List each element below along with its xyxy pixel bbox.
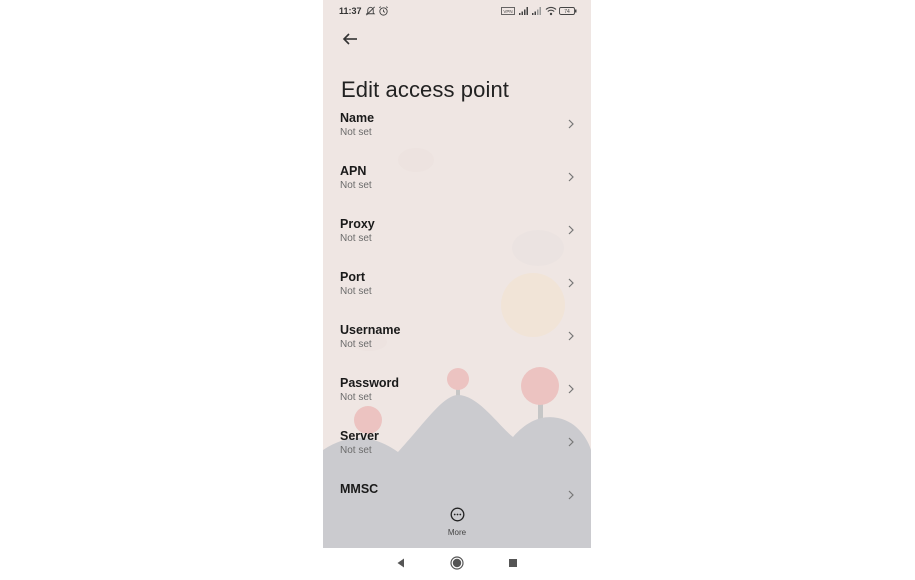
page-title: Edit access point <box>341 76 510 102</box>
vpn-icon: VPN <box>501 7 515 15</box>
setting-value: Not set <box>340 233 372 244</box>
setting-value: Not set <box>340 180 372 191</box>
status-bar: 11:37 VPN 74 <box>323 0 591 24</box>
settings-list: Name Not set APN Not set Proxy Not set P… <box>323 106 591 530</box>
setting-label: Proxy <box>340 217 375 231</box>
alarm-icon <box>379 6 388 16</box>
setting-value: Not set <box>340 445 372 456</box>
battery-level: 74 <box>564 9 570 15</box>
chevron-right-icon <box>568 331 574 341</box>
setting-value: Not set <box>340 286 372 297</box>
chevron-right-icon <box>568 119 574 129</box>
setting-value: Not set <box>340 127 372 138</box>
setting-label: APN <box>340 164 367 178</box>
wifi-icon <box>545 6 557 16</box>
setting-item-apn[interactable]: APN Not set <box>323 159 591 212</box>
chevron-right-icon <box>568 278 574 288</box>
signal-1-icon <box>519 7 528 15</box>
more-button[interactable]: More <box>435 507 479 539</box>
recents-square-icon[interactable] <box>508 557 518 569</box>
setting-label: Username <box>340 323 401 337</box>
setting-item-proxy[interactable]: Proxy Not set <box>323 212 591 265</box>
setting-value: Not set <box>340 392 372 403</box>
setting-item-server[interactable]: Server Not set <box>323 424 591 477</box>
setting-label: Port <box>340 270 365 284</box>
chevron-right-icon <box>568 384 574 394</box>
vpn-label: VPN <box>503 9 512 14</box>
chevron-right-icon <box>568 437 574 447</box>
setting-item-username[interactable]: Username Not set <box>323 318 591 371</box>
notifications-off-icon <box>365 6 376 16</box>
chevron-right-icon <box>568 225 574 235</box>
setting-label: Name <box>340 111 375 125</box>
chevron-right-icon <box>568 490 574 500</box>
battery-icon: 74 <box>559 7 577 15</box>
phone-screen: 11:37 VPN 74 Edit access point Name Not … <box>323 0 591 548</box>
more-label: More <box>447 528 467 537</box>
arrow-left-icon <box>342 33 357 45</box>
setting-value: Not set <box>340 339 372 350</box>
setting-label: Server <box>340 429 379 443</box>
status-time: 11:37 <box>339 6 362 16</box>
setting-label: Password <box>340 376 400 390</box>
home-circle-icon[interactable] <box>450 556 464 570</box>
more-horizontal-circle-icon <box>450 507 464 522</box>
navigation-bar <box>323 548 591 580</box>
chevron-right-icon <box>568 172 574 182</box>
back-button[interactable] <box>339 29 361 49</box>
setting-item-name[interactable]: Name Not set <box>323 106 591 159</box>
setting-label: MMSC <box>340 482 379 496</box>
setting-item-port[interactable]: Port Not set <box>323 265 591 318</box>
setting-item-password[interactable]: Password Not set <box>323 371 591 424</box>
back-triangle-icon[interactable] <box>396 557 406 569</box>
signal-2-icon <box>532 7 541 15</box>
